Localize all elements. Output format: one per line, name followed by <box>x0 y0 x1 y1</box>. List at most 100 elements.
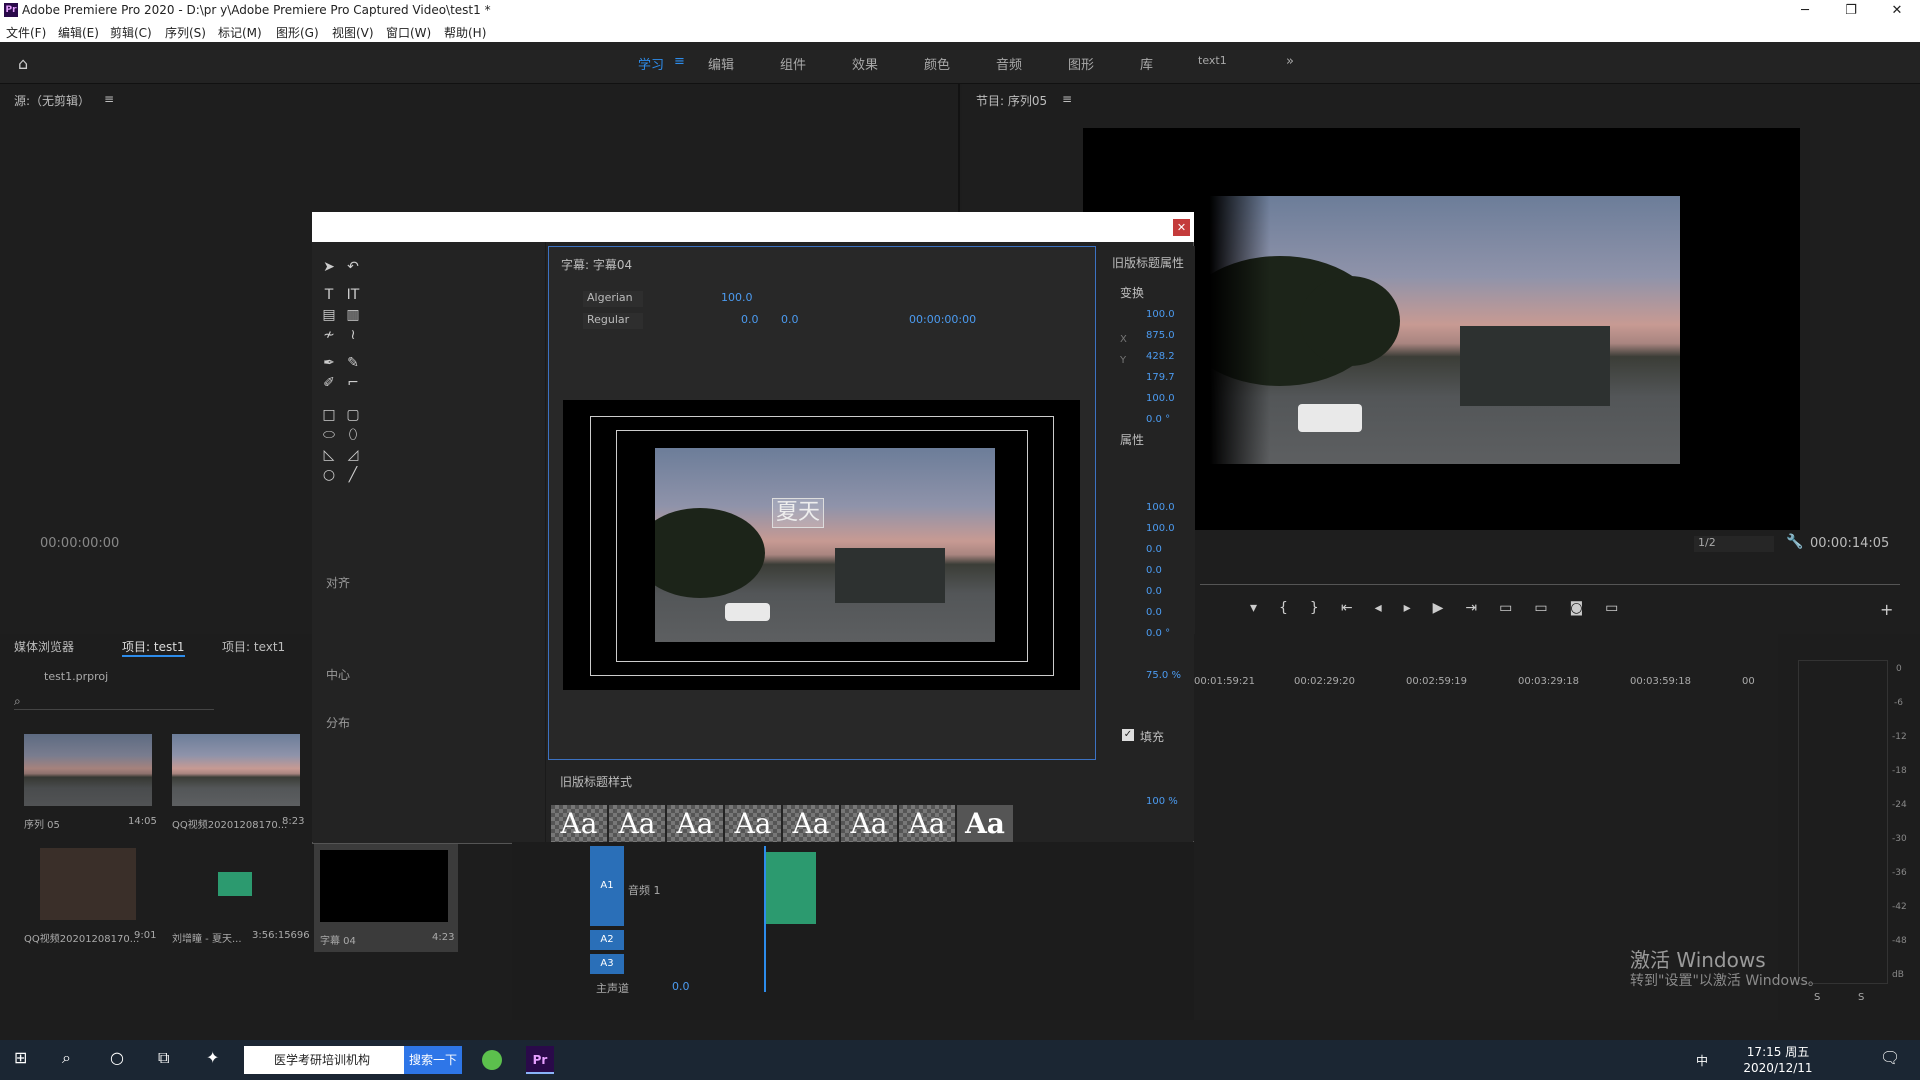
clock-date[interactable]: 2020/12/11 <box>1736 1061 1820 1075</box>
home-icon[interactable]: ⌂ <box>18 54 28 73</box>
transform-section[interactable]: 变换 <box>1120 284 1144 301</box>
workspace-libraries[interactable]: 库 <box>1140 54 1153 73</box>
font-size-prop-value[interactable]: 100.0 <box>1146 502 1175 513</box>
search-go-button[interactable]: 搜索一下 <box>404 1046 462 1074</box>
style-swatch[interactable]: Aa <box>783 805 839 843</box>
clip-thumbnail[interactable] <box>40 848 136 920</box>
close-button[interactable]: ✕ <box>1874 0 1920 22</box>
width-value[interactable]: 179.7 <box>1146 372 1175 383</box>
menu-help[interactable]: 帮助(H) <box>444 24 486 41</box>
clip-thumbnail[interactable] <box>24 734 152 806</box>
playhead[interactable] <box>764 846 766 992</box>
vertical-type-tool-icon[interactable]: IT <box>344 286 362 304</box>
menu-marker[interactable]: 标记(M) <box>218 24 262 41</box>
minimize-button[interactable]: ─ <box>1782 0 1828 22</box>
smallcaps-size-value[interactable]: 75.0 % <box>1146 670 1181 681</box>
kerning-value[interactable]: 0.0 <box>741 313 759 326</box>
browser-search-box[interactable]: 医学考研培训机构 <box>244 1046 404 1074</box>
notification-icon[interactable]: 🗨 <box>1880 1048 1900 1067</box>
more-workspaces-icon[interactable]: » <box>1286 54 1294 69</box>
rounded-rect-tool-icon[interactable]: ▢ <box>344 406 362 424</box>
type-tool-icon[interactable]: T <box>320 286 338 304</box>
program-title[interactable]: 节目: 序列05 <box>976 92 1047 109</box>
tab-project-test1[interactable]: 项目: test1 <box>122 638 185 657</box>
menu-file[interactable]: 文件(F) <box>6 24 46 41</box>
baseline-prop-value[interactable]: 0.0 <box>1146 607 1162 618</box>
rotation-tool-icon[interactable]: ↶ <box>344 258 362 276</box>
clip-thumbnail[interactable] <box>172 734 300 806</box>
ellipse-tool-icon[interactable]: ○ <box>320 466 338 484</box>
workspace-menu-icon[interactable]: ≡ <box>674 54 685 69</box>
tab-media-browser[interactable]: 媒体浏览器 <box>14 638 74 655</box>
workspace-text1[interactable]: text1 <box>1198 54 1227 67</box>
rounded-corner-tool-icon[interactable]: ⬯ <box>344 426 362 444</box>
menu-graphics[interactable]: 图形(G) <box>276 24 319 41</box>
fill-checkbox[interactable]: ✓ <box>1122 729 1134 741</box>
menu-sequence[interactable]: 序列(S) <box>165 24 206 41</box>
clipped-corner-tool-icon[interactable]: ⬭ <box>320 426 338 444</box>
style-swatch[interactable]: Aa <box>551 805 607 843</box>
add-button[interactable]: + <box>1880 600 1893 619</box>
transport-controls[interactable]: ▾{}⇤◂▸▶⇥▭▭◙▭ <box>1250 600 1640 616</box>
style-swatch[interactable]: Aa <box>667 805 723 843</box>
kerning-prop-value[interactable]: 0.0 <box>1146 565 1162 576</box>
tracking-prop-value[interactable]: 0.0 <box>1146 586 1162 597</box>
audio-clip-icon[interactable] <box>218 872 252 896</box>
style-swatch[interactable]: Aa <box>841 805 897 843</box>
opacity-value[interactable]: 100.0 <box>1146 309 1175 320</box>
selection-tool-icon[interactable]: ➤ <box>320 258 338 276</box>
task-view-icon[interactable]: ⧉ <box>158 1048 169 1068</box>
style-swatch[interactable]: Aa <box>725 805 781 843</box>
source-title[interactable]: 源:（无剪辑） <box>14 92 90 109</box>
clip-thumbnail[interactable] <box>320 850 448 922</box>
premiere-taskbar-icon[interactable]: Pr <box>526 1046 554 1074</box>
workspace-learn[interactable]: 学习 <box>638 54 664 73</box>
fill-section[interactable]: 填充 <box>1140 728 1164 745</box>
workspace-color[interactable]: 颜色 <box>924 54 950 73</box>
track-a2[interactable]: A2 <box>590 930 624 950</box>
panel-menu-icon[interactable]: ≡ <box>104 92 114 106</box>
panel-menu-icon[interactable]: ≡ <box>1062 92 1072 106</box>
app-icon[interactable]: ✦ <box>206 1048 219 1067</box>
menu-view[interactable]: 视图(V) <box>332 24 374 41</box>
workspace-editing[interactable]: 编辑 <box>708 54 734 73</box>
style-swatch[interactable]: Aa <box>899 805 955 843</box>
slant-prop-value[interactable]: 0.0 ° <box>1146 628 1170 639</box>
search-icon[interactable]: ⌕ <box>62 1048 71 1068</box>
workspace-effects[interactable]: 效果 <box>852 54 878 73</box>
workspace-assembly[interactable]: 组件 <box>780 54 806 73</box>
arc-tool-icon[interactable]: ◿ <box>344 446 362 464</box>
browser-icon[interactable] <box>482 1050 502 1070</box>
convert-anchor-tool-icon[interactable]: ⌐ <box>344 374 362 392</box>
project-search-input[interactable]: ⌕ <box>14 694 214 710</box>
master-volume-value[interactable]: 0.0 <box>672 980 690 993</box>
track-a1[interactable]: A1 <box>590 846 624 926</box>
wrench-icon[interactable]: 🔧 <box>1786 534 1803 550</box>
attributes-section[interactable]: 属性 <box>1120 431 1144 448</box>
clock-time[interactable]: 17:15 周五 <box>1740 1043 1816 1060</box>
vertical-area-type-icon[interactable]: ▥ <box>344 306 362 324</box>
area-type-tool-icon[interactable]: ▤ <box>320 306 338 324</box>
titler-title[interactable]: 字幕: 字幕04 <box>561 256 632 273</box>
aspect-value[interactable]: 100.0 <box>1146 523 1175 534</box>
leading-value[interactable]: 0.0 <box>781 313 799 326</box>
program-scrubber[interactable] <box>1200 584 1900 585</box>
y-position-value[interactable]: 428.2 <box>1146 351 1175 362</box>
rotation-value[interactable]: 0.0 ° <box>1146 414 1170 425</box>
start-icon[interactable]: ⊞ <box>14 1048 27 1067</box>
cortana-icon[interactable]: ○ <box>110 1048 124 1067</box>
leading-prop-value[interactable]: 0.0 <box>1146 544 1162 555</box>
solo-button[interactable]: S <box>1814 992 1820 1003</box>
ime-indicator[interactable]: 中 <box>1696 1052 1708 1069</box>
menu-window[interactable]: 窗口(W) <box>386 24 431 41</box>
audio-clip[interactable] <box>766 852 816 924</box>
font-family-select[interactable]: Algerian <box>583 291 643 307</box>
line-tool-icon[interactable]: ╱ <box>344 466 362 484</box>
solo-button[interactable]: S <box>1858 992 1864 1003</box>
style-swatch[interactable]: Aa <box>609 805 665 843</box>
font-style-select[interactable]: Regular <box>583 313 643 329</box>
x-position-value[interactable]: 875.0 <box>1146 330 1175 341</box>
font-size-value[interactable]: 100.0 <box>721 291 753 304</box>
tab-project-text1[interactable]: 项目: text1 <box>222 638 285 655</box>
rectangle-tool-icon[interactable]: □ <box>320 406 338 424</box>
